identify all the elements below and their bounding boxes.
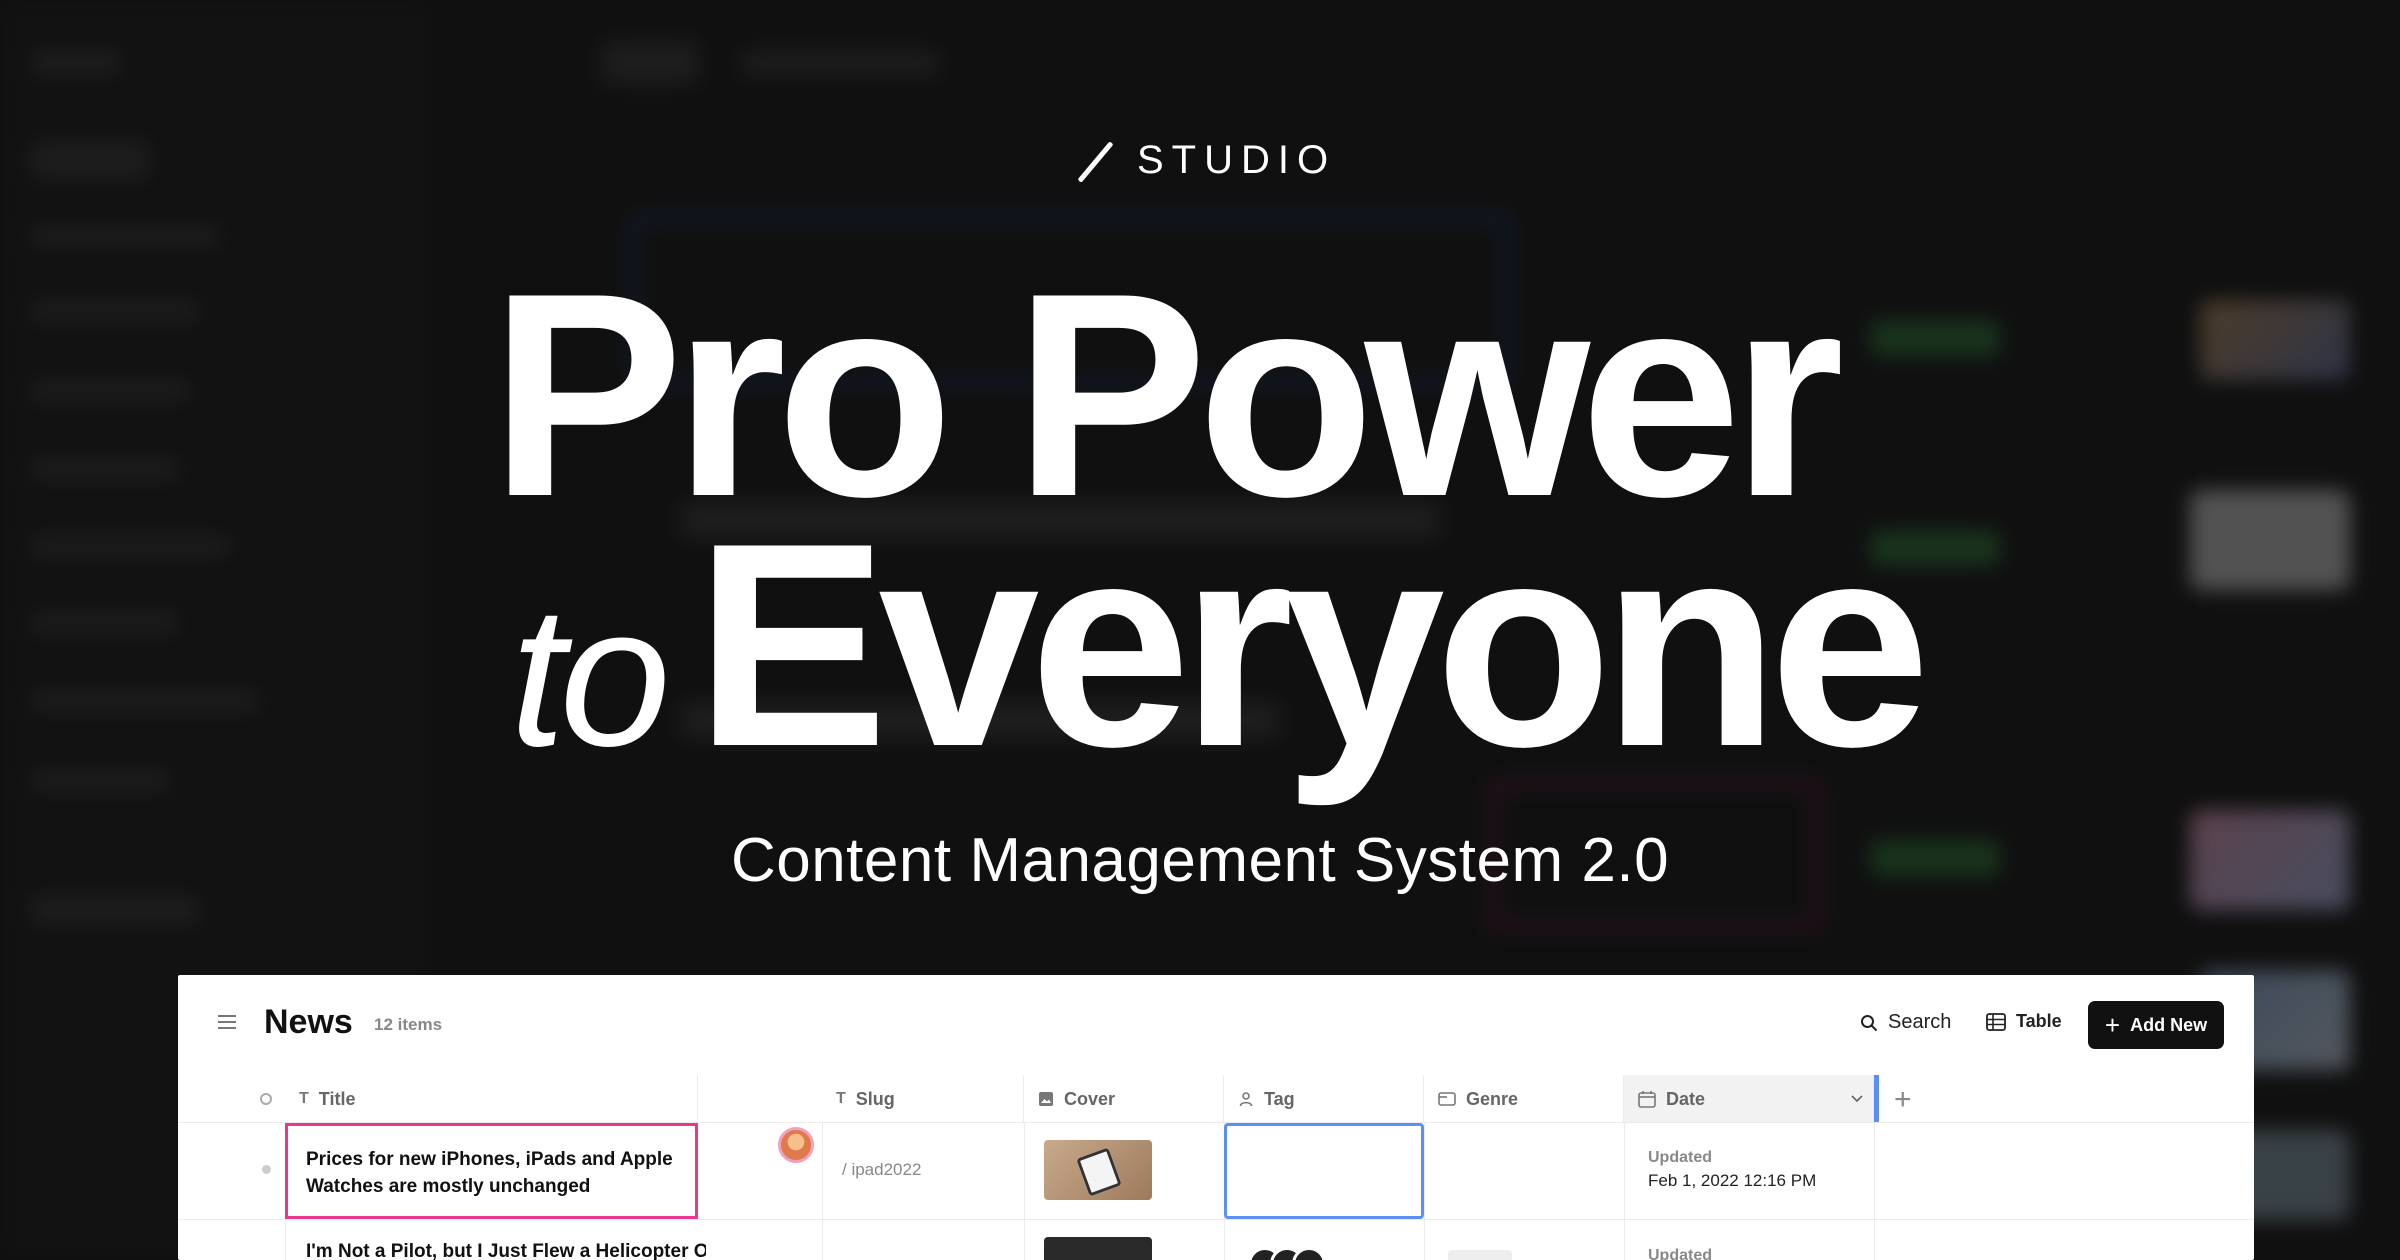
add-new-label: Add New	[2130, 1014, 2208, 1035]
date-updated-value: Feb 1, 2022 12:16 PM	[1648, 1171, 1817, 1190]
select-all-checkbox[interactable]	[260, 1093, 272, 1105]
table-cell-slug[interactable]: / ipad2022	[842, 1160, 921, 1180]
table-cell-tag-selected[interactable]	[1224, 1123, 1424, 1219]
column-header-genre[interactable]: Genre	[1424, 1075, 1624, 1123]
genre-pill[interactable]	[1448, 1250, 1512, 1260]
column-resize-handle[interactable]	[1874, 1075, 1879, 1123]
slash-logo-icon	[1075, 141, 1115, 181]
add-new-button[interactable]: + Add New	[2088, 1001, 2224, 1049]
headline-everyone: Everyone	[694, 483, 1931, 807]
table-view-button[interactable]: Table	[1986, 1011, 2062, 1032]
grid-line	[1024, 1123, 1025, 1260]
grid-line	[822, 1123, 823, 1260]
table-label: Table	[2016, 1011, 2062, 1031]
hero-section: STUDIO Pro Power to Everyone Content Mana…	[0, 0, 2400, 975]
image-icon	[1039, 1092, 1053, 1106]
date-updated-label: Updated	[1648, 1149, 1712, 1166]
table-icon	[1986, 1012, 2006, 1031]
cover-thumbnail[interactable]	[1044, 1140, 1152, 1200]
cms-table-panel: News 12 items Search Table + Add New T T…	[178, 975, 2254, 1260]
cms-toolbar: News 12 items Search Table + Add New	[178, 975, 2254, 1075]
plus-icon: +	[2104, 1010, 2121, 1040]
tag-avatars	[1248, 1247, 1326, 1260]
add-column-plus-icon[interactable]: +	[1894, 1083, 1912, 1117]
text-icon: T	[299, 1090, 309, 1107]
hero-subtitle: Content Management System 2.0	[730, 826, 1670, 895]
collaborator-avatar	[778, 1127, 814, 1163]
table-cell-title-editing[interactable]: Prices for new iPhones, iPads and Apple …	[285, 1123, 698, 1219]
column-header-slug[interactable]: T Slug	[822, 1075, 1024, 1123]
date-updated-label: Updated	[1648, 1247, 1712, 1260]
row-status-dot[interactable]	[262, 1165, 271, 1174]
brand-name: STUDIO	[1137, 138, 1337, 182]
avatar	[1292, 1247, 1326, 1260]
headline-line-2: to Everyone	[510, 500, 1950, 790]
headline-to: to	[510, 565, 671, 788]
text-icon: T	[836, 1090, 846, 1107]
item-count: 12 items	[374, 1015, 443, 1034]
column-header-title[interactable]: T Title	[285, 1075, 698, 1123]
grid-line	[1424, 1123, 1425, 1260]
search-button[interactable]: Search	[1860, 1011, 1951, 1034]
column-header-cover[interactable]: Cover	[1024, 1075, 1224, 1123]
row-divider	[178, 1219, 2254, 1220]
menu-icon[interactable]	[218, 1015, 236, 1029]
cover-thumbnail[interactable]	[1044, 1237, 1152, 1260]
table-cell-title[interactable]: I'm Not a Pilot, but I Just Flew a Helic…	[306, 1241, 706, 1260]
person-icon	[1239, 1092, 1253, 1107]
column-header-tag[interactable]: Tag	[1224, 1075, 1424, 1123]
chevron-down-icon[interactable]	[1851, 1095, 1863, 1103]
grid-line	[1624, 1123, 1625, 1260]
search-label: Search	[1888, 1011, 1952, 1033]
grid-line	[1874, 1123, 1875, 1260]
collection-title: News	[264, 1003, 353, 1041]
folder-icon	[1438, 1092, 1456, 1106]
search-icon	[1861, 1014, 1877, 1031]
column-header-date[interactable]: Date	[1624, 1075, 1874, 1123]
brand-logo: STUDIO	[1075, 138, 1336, 183]
calendar-icon	[1638, 1091, 1656, 1108]
